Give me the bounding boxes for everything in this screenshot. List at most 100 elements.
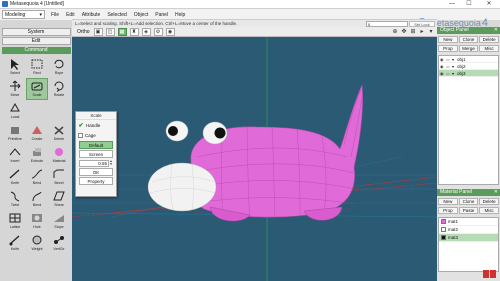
command-rect-button[interactable]: Rect <box>27 57 47 77</box>
app-icon <box>2 1 8 7</box>
command-bend-button[interactable]: Bend <box>27 167 47 187</box>
menu-item[interactable]: Edit <box>66 12 75 18</box>
view-tool-button[interactable]: ◈ <box>141 27 151 36</box>
close-icon[interactable]: ✕ <box>494 189 498 196</box>
material-list-item[interactable]: mat1 <box>439 218 498 226</box>
view-tool-button[interactable]: ◫ <box>105 27 115 36</box>
knife2-icon <box>9 235 20 246</box>
command-weight-button[interactable]: Weight <box>27 233 47 253</box>
command-bevel-button[interactable]: Bevel <box>49 167 69 187</box>
cage-checkbox[interactable] <box>78 133 83 138</box>
command-vertctr-button[interactable]: VertCtr <box>49 233 69 253</box>
misc-button[interactable]: Misc <box>479 45 499 52</box>
tray-icon[interactable] <box>490 270 496 278</box>
model-snout[interactable] <box>147 162 217 212</box>
view-tool-button[interactable]: ⚙ <box>153 27 163 36</box>
command-rotate-button[interactable]: Rotate <box>49 79 69 99</box>
misc-button[interactable]: Misc <box>479 207 499 214</box>
property-button[interactable]: Property <box>79 177 113 185</box>
shear-icon <box>53 191 65 201</box>
scale-value[interactable]: 0.55 <box>79 159 109 167</box>
command-twist-button[interactable]: Twist <box>5 189 25 209</box>
handle-option[interactable]: ✔ Handle <box>78 121 114 130</box>
scale-value-field[interactable]: 0.55 ▴ ▾ <box>79 159 113 167</box>
close-icon[interactable]: ✕ <box>494 27 498 34</box>
view-tool-button[interactable]: ◉ <box>165 27 175 36</box>
command-knife-button[interactable]: Knife <box>5 167 25 187</box>
3d-viewport[interactable]: Ortho ▣ ◫ ▦ ♜ ◈ ⚙ ◉ ⊕ ✥ ⊞ ▸ ▾ <box>72 27 437 281</box>
command-header[interactable]: Command <box>1 47 71 54</box>
command-delete-button[interactable]: Delete <box>49 123 69 143</box>
menu-item[interactable]: Attribute <box>82 12 101 18</box>
model-mesh[interactable] <box>147 83 363 222</box>
material-list-item[interactable]: mat2 <box>439 226 498 234</box>
view-tool-button[interactable]: ▣ <box>93 27 103 36</box>
set-lock-button[interactable]: Set Lock <box>409 20 435 27</box>
view-tool-button[interactable]: ▦ <box>117 27 127 36</box>
view-nav-icon[interactable]: ▾ <box>427 28 435 36</box>
view-tool-button[interactable]: ♜ <box>129 27 139 36</box>
minimize-button[interactable]: — <box>445 0 459 9</box>
paste-button[interactable]: Paste <box>458 207 479 214</box>
prop-button[interactable]: Prop <box>438 45 458 52</box>
command-move-button[interactable]: Move <box>5 79 25 99</box>
command-hole-button[interactable]: Hole <box>27 211 47 231</box>
local-icon <box>10 102 20 112</box>
scene-canvas[interactable] <box>72 27 437 281</box>
command-select-button[interactable]: Select <box>5 57 25 77</box>
clone-button[interactable]: Clone <box>458 36 479 43</box>
object-list-item[interactable]: ◉ ▭ ▾ obj3 <box>439 70 498 77</box>
merge-button[interactable]: Merge <box>458 45 479 52</box>
coordinate-field[interactable]: 0 <box>366 20 408 27</box>
new-button[interactable]: New <box>438 36 458 43</box>
object-list-item[interactable]: ◉ ▭ ▾ obj1 <box>439 56 498 63</box>
command-local-button[interactable]: Local <box>5 101 25 121</box>
default-button[interactable]: Default <box>79 141 113 149</box>
view-nav-icon[interactable]: ▸ <box>418 28 426 36</box>
view-nav-icon[interactable]: ⊕ <box>391 28 399 36</box>
ortho-label[interactable]: Ortho <box>77 29 90 35</box>
command-create-button[interactable]: Create <box>27 123 47 143</box>
view-nav-icon[interactable]: ⊞ <box>409 28 417 36</box>
system-button[interactable]: System <box>1 28 71 36</box>
mode-select[interactable]: Modeling ▾ <box>2 10 45 19</box>
command-shear-button[interactable]: Shear <box>49 189 69 209</box>
command-primitive-button[interactable]: Primitive <box>5 123 25 143</box>
command-slope-button[interactable]: Slope <box>49 211 69 231</box>
command-material-button[interactable]: Material <box>49 145 69 165</box>
menu-item[interactable]: File <box>51 12 59 18</box>
bend2-icon <box>32 191 42 202</box>
delete-button[interactable]: Delete <box>479 36 499 43</box>
material-list-item[interactable]: mat3 <box>439 234 498 242</box>
maximize-button[interactable]: ☐ <box>462 0 476 9</box>
spin-arrows-icon[interactable]: ▴ ▾ <box>109 159 113 167</box>
command-lattice-button[interactable]: Lattice <box>5 211 25 231</box>
command-bend-button[interactable]: Bend <box>27 189 47 209</box>
menu-item[interactable]: Help <box>175 12 185 18</box>
close-button[interactable]: ✕ <box>482 0 496 9</box>
delete-button[interactable]: Delete <box>479 198 499 205</box>
tray-icon[interactable] <box>483 270 489 278</box>
object-name: obj3 <box>457 70 466 76</box>
menu-item[interactable]: Object <box>134 12 148 18</box>
command-label: Rect <box>33 71 41 75</box>
prop-button[interactable]: Prop <box>438 207 458 214</box>
menu-item[interactable]: Selected <box>107 12 126 18</box>
cage-option[interactable]: Cage <box>78 131 114 140</box>
clone-button[interactable]: Clone <box>458 198 479 205</box>
screen-button[interactable]: Screen <box>79 150 113 158</box>
edit-button[interactable]: Edit <box>1 37 71 45</box>
ok-button[interactable]: OK <box>79 168 113 176</box>
object-list-item[interactable]: ◉ ▭ ▾ obj2 <box>439 63 498 70</box>
command-scale-button[interactable]: Scale <box>26 78 48 100</box>
scale-popup-title: Scale <box>76 112 116 120</box>
new-button[interactable]: New <box>438 198 458 205</box>
material-panel-header: Material Panel ✕ <box>437 189 500 196</box>
view-tools: ▣ ◫ ▦ ♜ ◈ ⚙ ◉ <box>93 27 178 36</box>
menu-item[interactable]: Panel <box>155 12 168 18</box>
command-invert-button[interactable]: Invert <box>5 145 25 165</box>
command-rope-button[interactable]: Rope <box>49 57 69 77</box>
command-extrude-button[interactable]: Extrude <box>27 145 47 165</box>
view-nav-icon[interactable]: ✥ <box>400 28 408 36</box>
command-knife-button[interactable]: Knife <box>5 233 25 253</box>
